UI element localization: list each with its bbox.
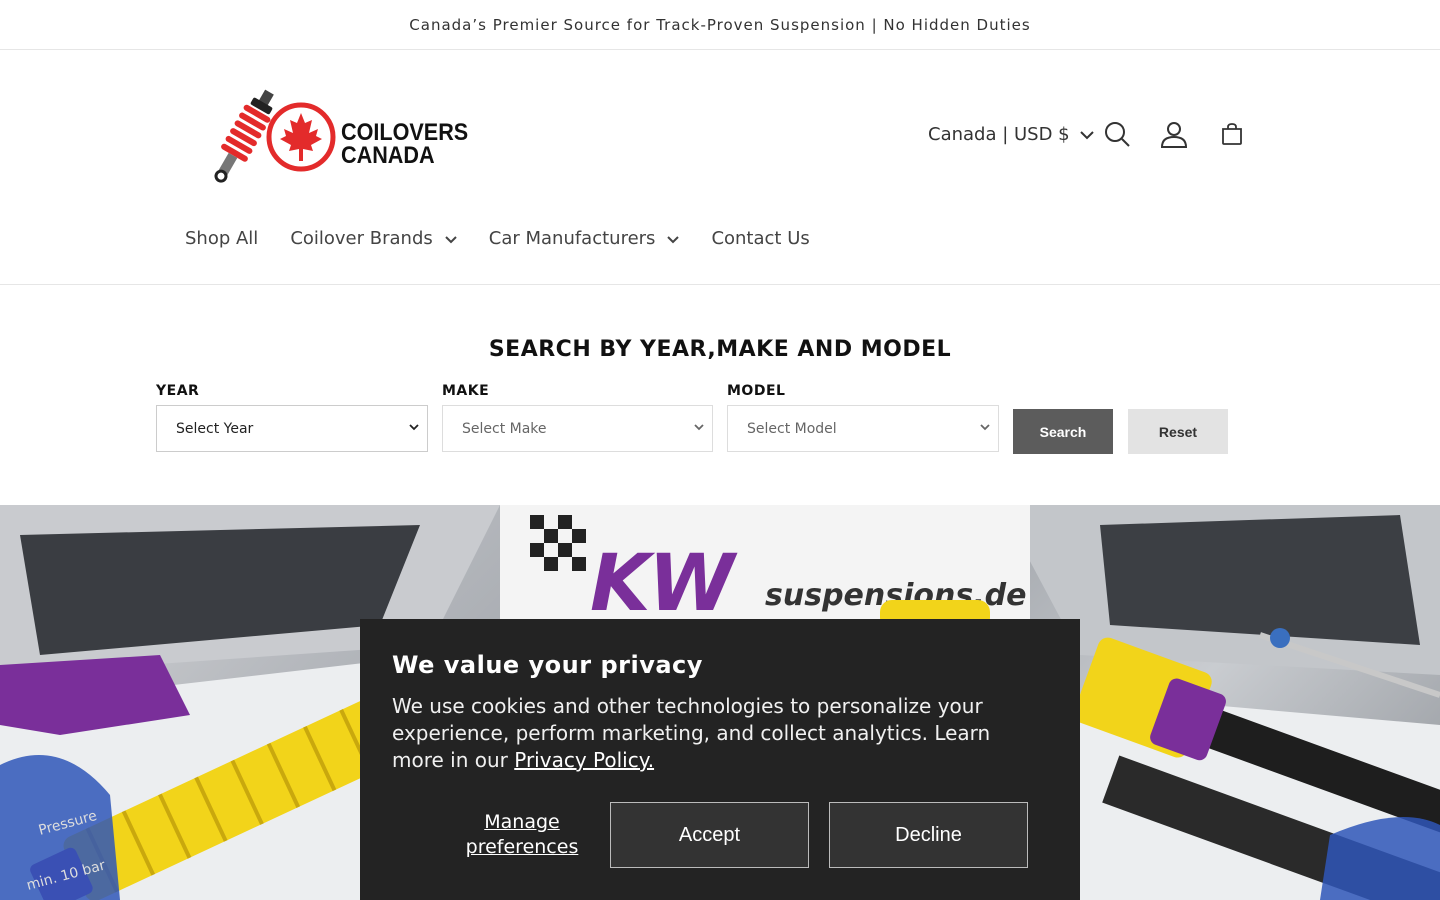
nav-item-label: Coilover Brands xyxy=(290,227,433,249)
year-select-value: Select Year xyxy=(176,420,254,437)
nav-item-label: Contact Us xyxy=(711,227,810,249)
year-field: YEAR Select Year xyxy=(156,383,428,452)
year-select[interactable]: Select Year xyxy=(156,405,428,452)
announcement-bar: Canada’s Premier Source for Track-Proven… xyxy=(0,0,1440,50)
cookie-body: We use cookies and other technologies to… xyxy=(392,694,991,772)
manage-preferences-link[interactable]: Manage preferences xyxy=(442,810,602,860)
reset-button[interactable]: Reset xyxy=(1128,409,1228,454)
make-select[interactable]: Select Make xyxy=(442,405,713,452)
account-icon[interactable] xyxy=(1154,114,1194,154)
nav-item-contact-us[interactable]: Contact Us xyxy=(711,228,809,249)
chevron-down-icon xyxy=(409,423,419,434)
nav-item-label: Car Manufacturers xyxy=(488,227,656,249)
cookie-banner: We value your privacy We use cookies and… xyxy=(360,619,1080,900)
logo-text: COILOVERS CANADA xyxy=(341,119,469,169)
nav-item-label: Shop All xyxy=(185,227,259,249)
model-field: MODEL Select Model xyxy=(727,383,999,452)
cookie-actions: Manage preferences Accept Decline xyxy=(392,802,1048,868)
header-actions: Canada | USD $ xyxy=(928,112,1094,156)
privacy-policy-link[interactable]: Privacy Policy. xyxy=(514,748,654,772)
site-header: COILOVERS CANADA Canada | USD $ Shop All… xyxy=(0,50,1440,285)
nav-item-car-manufacturers[interactable]: Car Manufacturers xyxy=(489,228,680,249)
model-select[interactable]: Select Model xyxy=(727,405,999,452)
search-button[interactable]: Search xyxy=(1013,409,1113,454)
cart-icon[interactable] xyxy=(1212,114,1252,154)
chevron-down-icon xyxy=(694,423,704,434)
logo-line-2: CANADA xyxy=(341,142,435,169)
sign-brand-text: KW xyxy=(590,539,738,629)
main-navigation: Shop All Coilover Brands Car Manufacture… xyxy=(185,220,842,256)
logo-line-1: COILOVERS xyxy=(341,119,469,146)
localization-label: Canada | USD $ xyxy=(928,123,1070,145)
chevron-down-icon xyxy=(1079,124,1094,145)
cookie-text: We use cookies and other technologies to… xyxy=(392,693,1048,774)
decline-button[interactable]: Decline xyxy=(829,802,1028,868)
make-field: MAKE Select Make xyxy=(442,383,713,452)
model-label: MODEL xyxy=(727,383,786,399)
chevron-down-icon xyxy=(980,423,990,434)
logo-mark xyxy=(214,89,336,183)
logo[interactable]: COILOVERS CANADA xyxy=(198,83,478,188)
accept-button[interactable]: Accept xyxy=(610,802,809,868)
nav-item-shop-all[interactable]: Shop All xyxy=(185,228,258,249)
chevron-down-icon xyxy=(667,228,680,249)
model-select-value: Select Model xyxy=(747,420,837,437)
vehicle-search-title: SEARCH BY YEAR,MAKE AND MODEL xyxy=(488,337,952,362)
make-label: MAKE xyxy=(442,383,490,399)
year-label: YEAR xyxy=(156,383,200,399)
country-currency-selector[interactable]: Canada | USD $ xyxy=(928,124,1094,145)
vehicle-search: SEARCH BY YEAR,MAKE AND MODEL YEAR Selec… xyxy=(0,285,1440,505)
cookie-title: We value your privacy xyxy=(392,651,703,679)
search-icon[interactable] xyxy=(1097,114,1137,154)
announcement-text: Canada’s Premier Source for Track-Proven… xyxy=(409,15,1031,34)
chevron-down-icon xyxy=(445,228,457,249)
nav-item-coilover-brands[interactable]: Coilover Brands xyxy=(290,227,457,249)
make-select-value: Select Make xyxy=(462,420,547,437)
